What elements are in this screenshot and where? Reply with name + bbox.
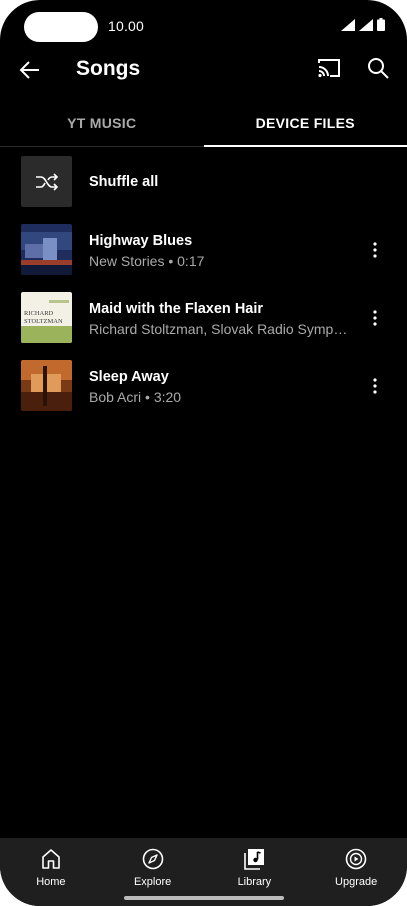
search-icon — [368, 58, 389, 79]
list-item[interactable]: RICHARD STOLTZMAN Maid with the Flaxen H… — [0, 286, 407, 354]
tab-device-files[interactable]: DEVICE FILES — [203, 100, 407, 147]
album-art — [21, 224, 72, 275]
cell-signal-icon — [359, 18, 373, 31]
tab-yt-music[interactable]: YT MUSIC — [0, 100, 204, 146]
shuffle-all-row[interactable]: Shuffle all — [0, 150, 407, 218]
home-indicator[interactable] — [124, 896, 284, 900]
nav-upgrade[interactable]: Upgrade — [305, 838, 407, 906]
shuffle-all-label: Shuffle all — [89, 174, 159, 190]
more-options-button[interactable] — [365, 306, 385, 330]
app-bar: Songs — [0, 50, 407, 90]
album-art-text: STOLTZMAN — [24, 318, 63, 325]
upgrade-icon — [345, 848, 367, 870]
song-title: Maid with the Flaxen Hair — [89, 301, 264, 317]
wifi-signal-icon — [341, 18, 355, 31]
page-title: Songs — [76, 57, 141, 80]
nav-home[interactable]: Home — [0, 838, 102, 906]
battery-icon — [377, 18, 385, 31]
cast-icon — [318, 59, 340, 78]
list-item[interactable]: Sleep Away Bob Acri • 3:20 — [0, 354, 407, 422]
nav-label: Library — [237, 876, 272, 888]
song-list: Shuffle all Highway Blues New Stories • … — [0, 150, 407, 422]
arrow-left-icon — [19, 61, 39, 79]
back-button[interactable] — [16, 56, 44, 84]
shuffle-icon — [35, 172, 58, 191]
library-icon — [244, 849, 265, 870]
album-art-image — [21, 360, 72, 411]
camera-cutout — [24, 12, 98, 42]
list-item[interactable]: Highway Blues New Stories • 0:17 — [0, 218, 407, 286]
search-button[interactable] — [366, 56, 394, 84]
tab-bar: YT MUSIC DEVICE FILES — [0, 100, 407, 147]
compass-icon — [142, 848, 163, 870]
song-subtitle: Richard Stoltzman, Slovak Radio Symp… — [89, 321, 348, 337]
album-art-image — [21, 224, 72, 275]
song-subtitle: New Stories • 0:17 — [89, 253, 205, 269]
status-time: 10.00 — [108, 18, 145, 34]
nav-label: Upgrade — [335, 876, 378, 888]
cast-button[interactable] — [316, 57, 344, 83]
nav-label: Explore — [133, 876, 172, 888]
song-title: Sleep Away — [89, 369, 169, 385]
status-icons — [341, 18, 385, 31]
more-vert-icon — [373, 242, 377, 258]
more-options-button[interactable] — [365, 374, 385, 398]
home-icon — [42, 849, 60, 869]
phone-screen: 10.00 Songs YT MUSIC DEVICE FILES Shuffl… — [0, 0, 407, 906]
album-art-text: RICHARD — [24, 310, 54, 317]
album-art — [21, 360, 72, 411]
nav-label: Home — [36, 876, 66, 888]
shuffle-thumb — [21, 156, 72, 207]
more-vert-icon — [373, 310, 377, 326]
song-title: Highway Blues — [89, 233, 193, 249]
song-subtitle: Bob Acri • 3:20 — [89, 389, 182, 405]
album-art-image: RICHARD STOLTZMAN — [21, 292, 72, 343]
album-art: RICHARD STOLTZMAN — [21, 292, 72, 343]
more-vert-icon — [373, 378, 377, 394]
more-options-button[interactable] — [365, 238, 385, 262]
